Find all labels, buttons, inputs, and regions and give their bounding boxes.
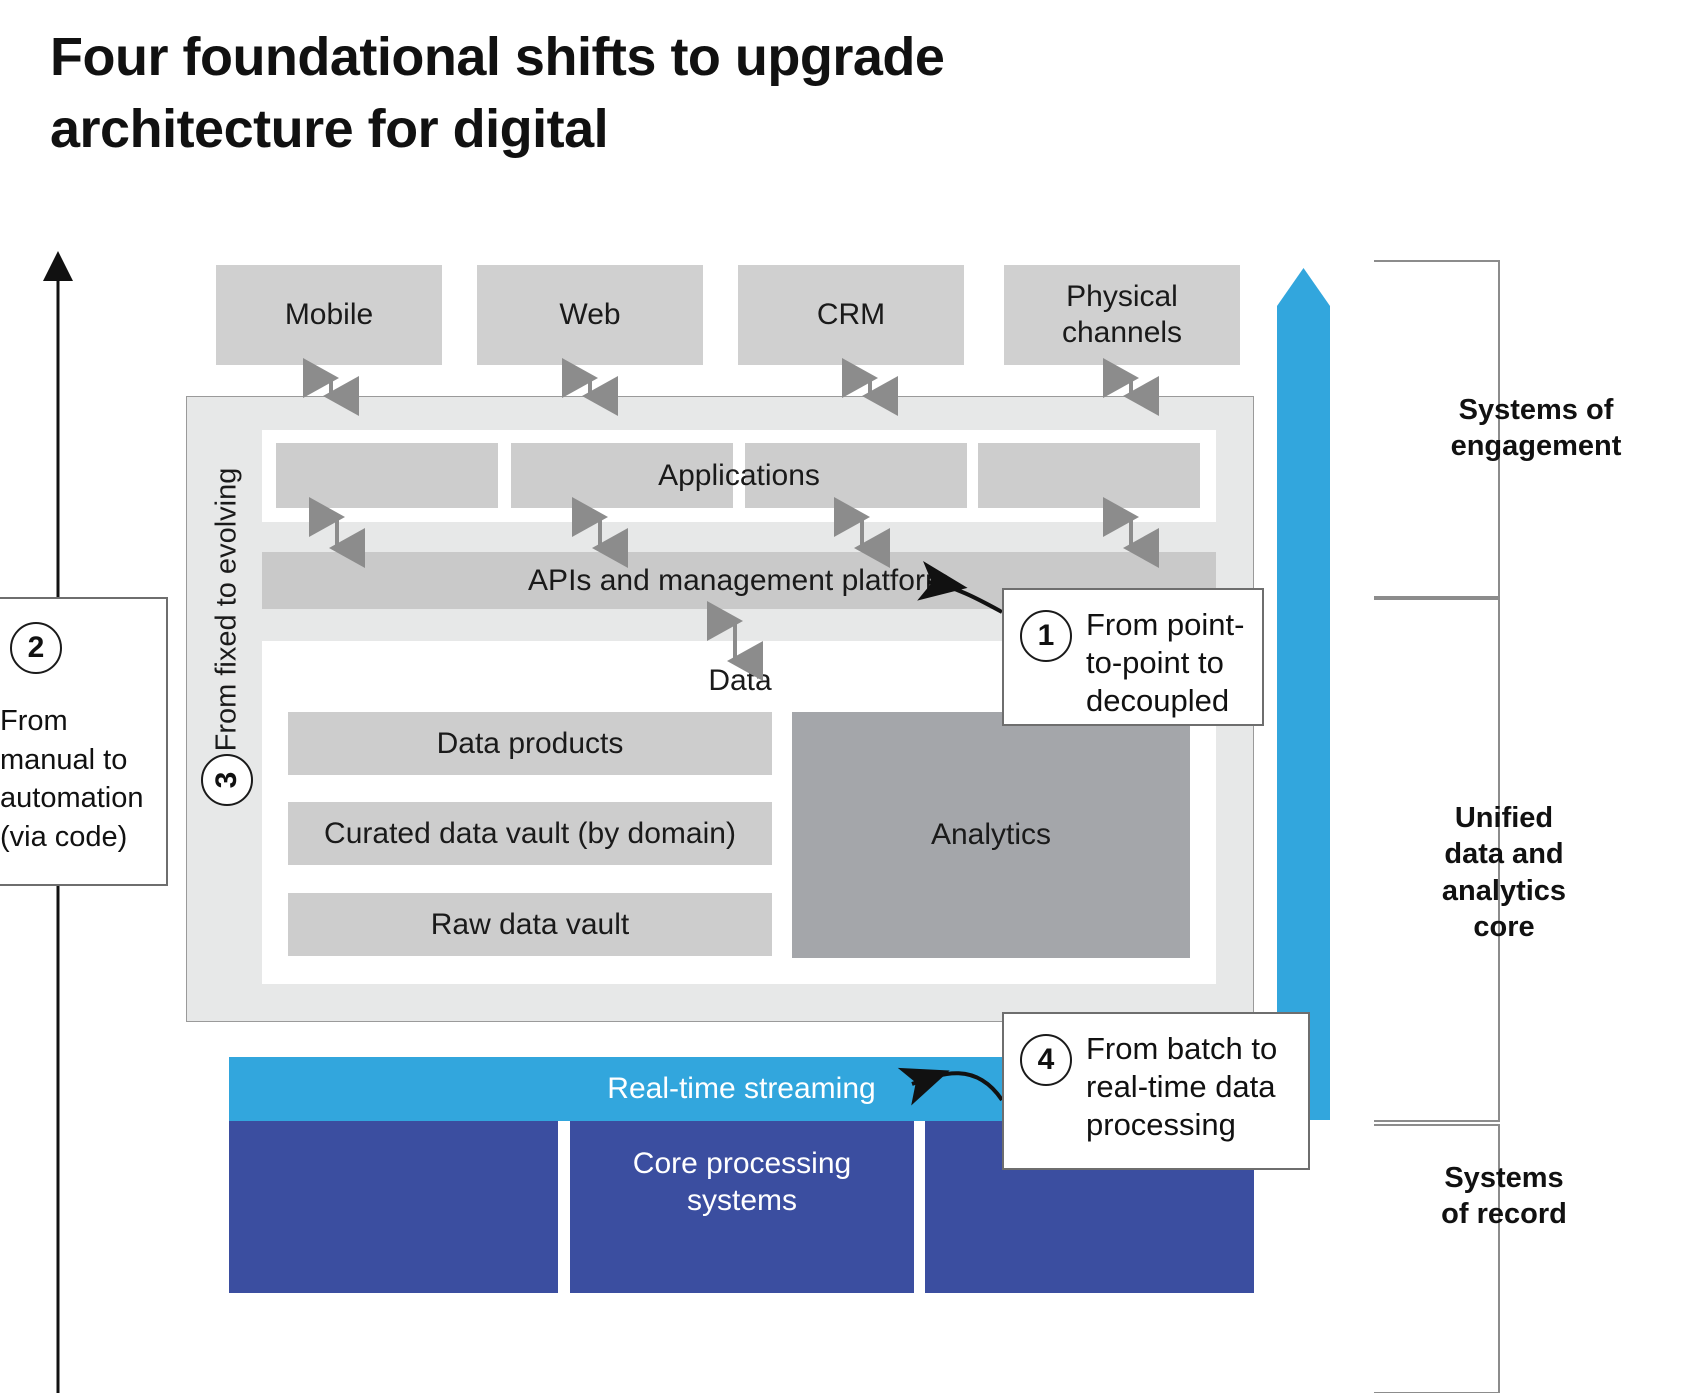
curated-data-vault-box[interactable]: Curated data vault (by domain) xyxy=(288,802,772,865)
shift-2-badge: 2 xyxy=(10,622,62,674)
label-unified-data-and-analytics-core: Unified data and analytics core xyxy=(1441,802,1567,943)
application-box-4[interactable] xyxy=(978,443,1200,508)
application-box-2[interactable] xyxy=(511,443,733,508)
label-systems-of-engagement: Systems of engagement xyxy=(1450,394,1622,463)
channel-box-physical-channels[interactable]: Physical channels xyxy=(1004,265,1240,365)
page-title: Four foundational shifts to upgrade arch… xyxy=(50,27,945,159)
channel-box-mobile[interactable]: Mobile xyxy=(216,265,442,365)
callout-1-text: From point- to-point to decoupled xyxy=(1086,607,1245,718)
data-label: Data xyxy=(708,664,772,697)
application-box-3[interactable] xyxy=(745,443,967,508)
core-processing-box-2[interactable] xyxy=(570,1121,914,1293)
data-products-box[interactable]: Data products xyxy=(288,712,772,775)
application-box-1[interactable] xyxy=(276,443,498,508)
diagram-canvas: Four foundational shifts to upgrade arch… xyxy=(0,0,1704,1393)
channel-box-web[interactable]: Web xyxy=(477,265,703,365)
shift-2-label: From manual to automation (via code) xyxy=(0,705,144,853)
label-systems-of-record: Systems of record xyxy=(1441,1162,1567,1231)
callout-4-badge: 4 xyxy=(1020,1034,1072,1086)
shift-3-badge: 3 xyxy=(201,754,253,806)
channel-box-crm[interactable]: CRM xyxy=(738,265,964,365)
shift-3-label: From fixed to evolving xyxy=(210,467,243,751)
callout-1-badge: 1 xyxy=(1020,610,1072,662)
callout-1[interactable]: 1 From point- to-point to decoupled xyxy=(1002,588,1264,726)
core-processing-box-1[interactable] xyxy=(229,1121,558,1293)
shift-3-label-wrap: From fixed to evolving xyxy=(198,414,256,804)
raw-data-vault-box[interactable]: Raw data vault xyxy=(288,893,772,956)
analytics-box[interactable]: Analytics xyxy=(792,712,1190,958)
callout-4[interactable]: 4 From batch to real-time data processin… xyxy=(1002,1012,1310,1170)
callout-4-text: From batch to real-time data processing xyxy=(1086,1031,1278,1142)
upward-blue-arrow xyxy=(1277,268,1330,1120)
